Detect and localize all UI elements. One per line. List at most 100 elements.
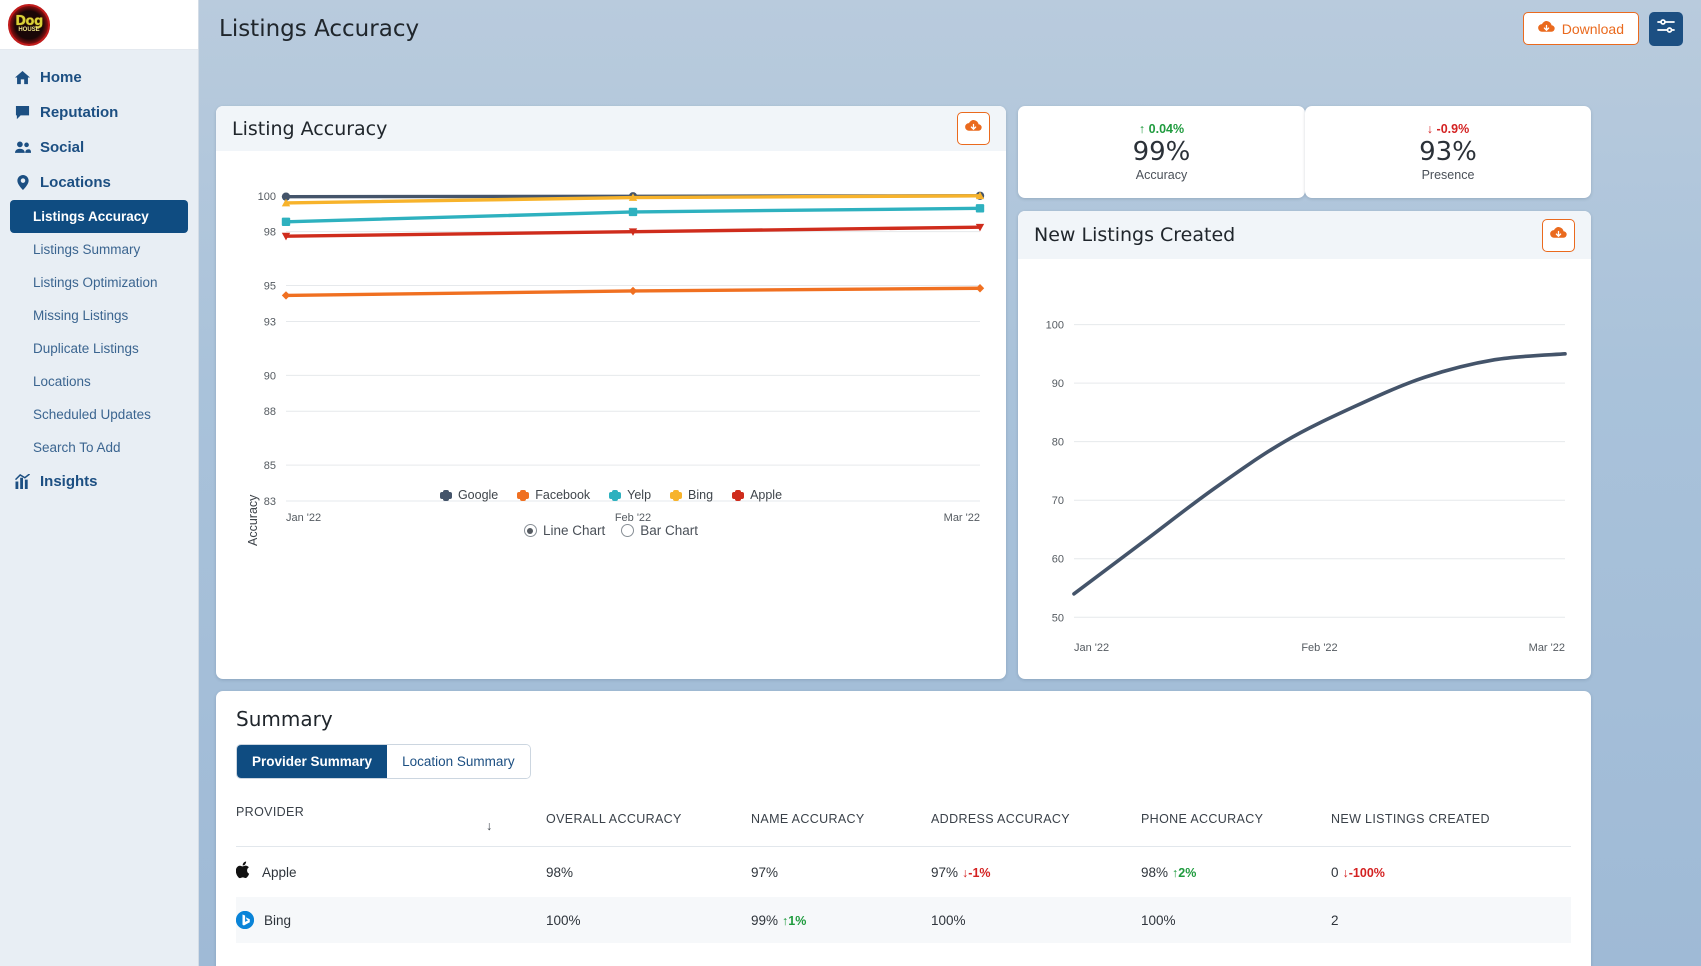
- legend-item-apple[interactable]: Apple: [732, 488, 782, 502]
- sidebar-item-locations[interactable]: Locations: [0, 165, 198, 200]
- sidebar-item-reputation[interactable]: Reputation: [0, 95, 198, 130]
- sidebar-item-search-to-add[interactable]: Search To Add: [0, 431, 198, 464]
- delta-indicator: ↑2%: [1172, 866, 1196, 880]
- kpi-label: Presence: [1422, 168, 1475, 182]
- radio-button-icon[interactable]: [621, 524, 634, 537]
- column-name-accuracy[interactable]: NAME ACCURACY: [751, 796, 931, 847]
- kpi-delta: ↑ 0.04%: [1139, 122, 1184, 136]
- kpi-value: 99%: [1133, 137, 1191, 167]
- legend-label: Yelp: [627, 488, 651, 502]
- column-new-listings-created[interactable]: NEW LISTINGS CREATED: [1331, 796, 1571, 847]
- legend-label: Facebook: [535, 488, 590, 502]
- sidebar-item-label: Insights: [40, 473, 98, 490]
- comment-icon: [14, 105, 31, 120]
- sidebar-subitem-label: Missing Listings: [33, 308, 128, 323]
- tab-location-summary[interactable]: Location Summary: [387, 745, 530, 778]
- radio-button-icon[interactable]: [524, 524, 537, 537]
- svg-text:50: 50: [1052, 612, 1064, 624]
- cell-value: 100%: [931, 913, 966, 928]
- legend-swatch-icon: [732, 492, 744, 499]
- users-icon: [14, 140, 31, 155]
- svg-text:85: 85: [264, 460, 276, 472]
- brand-logo[interactable]: Dog HOUSE: [8, 4, 50, 46]
- table-row[interactable]: Apple98%97%97%↓-1%98%↑2%0↓-100%: [236, 847, 1571, 898]
- column-phone-accuracy[interactable]: PHONE ACCURACY: [1141, 796, 1331, 847]
- listing-accuracy-chart[interactable]: 10098959390888583Jan '22Feb '22Mar '22 A…: [216, 151, 1006, 679]
- sort-descending-icon[interactable]: ↓: [486, 819, 493, 833]
- cell-phone-accuracy: 98%↑2%: [1141, 847, 1331, 898]
- radio-bar-chart[interactable]: Bar Chart: [621, 523, 698, 538]
- sidebar-item-listings-accuracy[interactable]: Listings Accuracy: [10, 200, 188, 233]
- chart-icon: [14, 474, 31, 489]
- radio-line-chart[interactable]: Line Chart: [524, 523, 605, 538]
- arrow-up-icon: ↑: [1139, 122, 1145, 136]
- cell-name-accuracy: 97%: [751, 847, 931, 898]
- sidebar-item-missing-listings[interactable]: Missing Listings: [0, 299, 198, 332]
- sidebar-item-listings-summary[interactable]: Listings Summary: [0, 233, 198, 266]
- sidebar-subitem-label: Locations: [33, 374, 91, 389]
- legend-swatch-icon: [440, 492, 452, 499]
- chart-legend: Google Facebook Yelp Bing Apple: [216, 488, 1006, 502]
- new-listings-download-button[interactable]: [1542, 219, 1575, 252]
- logo-subtext: HOUSE: [18, 27, 39, 34]
- cell-name-accuracy: 99%↑1%: [751, 897, 931, 943]
- sidebar-item-duplicate-listings[interactable]: Duplicate Listings: [0, 332, 198, 365]
- apple-icon: [236, 861, 252, 883]
- y-axis-title: Accuracy: [246, 495, 260, 546]
- sidebar-item-label: Locations: [40, 174, 111, 191]
- sidebar-item-social[interactable]: Social: [0, 130, 198, 165]
- svg-text:90: 90: [1052, 378, 1064, 390]
- table-header: PROVIDER ↓ OVERALL ACCURACY NAME ACCURAC…: [236, 796, 1571, 847]
- download-button[interactable]: Download: [1523, 12, 1639, 45]
- cell-value: 2: [1331, 913, 1339, 928]
- filter-settings-button[interactable]: [1649, 12, 1683, 46]
- sliders-icon: [1657, 17, 1675, 40]
- legend-item-google[interactable]: Google: [440, 488, 498, 502]
- cell-address-accuracy: 100%: [931, 897, 1141, 943]
- legend-item-yelp[interactable]: Yelp: [609, 488, 651, 502]
- column-address-accuracy[interactable]: ADDRESS ACCURACY: [931, 796, 1141, 847]
- sidebar-item-listings-optimization[interactable]: Listings Optimization: [0, 266, 198, 299]
- listing-accuracy-card: Listing Accuracy 10098959390888583Jan '2…: [216, 106, 1006, 679]
- delta-indicator: ↓-1%: [962, 866, 990, 880]
- home-icon: [14, 70, 31, 85]
- table-row[interactable]: Bing100%99%↑1%100%100%2: [236, 897, 1571, 943]
- new-listings-chart[interactable]: 1009080706050Jan '22Feb '22Mar '22: [1018, 259, 1591, 679]
- svg-text:90: 90: [264, 370, 276, 382]
- summary-title: Summary: [236, 707, 1571, 731]
- card-header: Listing Accuracy: [216, 106, 1006, 151]
- legend-item-facebook[interactable]: Facebook: [517, 488, 590, 502]
- sidebar-item-locations-sub[interactable]: Locations: [0, 365, 198, 398]
- logo-bar: Dog HOUSE: [0, 0, 198, 50]
- cell-phone-accuracy: 100%: [1141, 897, 1331, 943]
- chart-type-toggle[interactable]: Line Chart Bar Chart: [216, 523, 1006, 538]
- table-header-row: PROVIDER ↓ OVERALL ACCURACY NAME ACCURAC…: [236, 796, 1571, 847]
- page-header: Listings Accuracy Download: [199, 0, 1701, 57]
- cloud-download-icon: [1550, 226, 1567, 245]
- delta-indicator: ↑1%: [782, 914, 806, 928]
- cell-value: 97%: [931, 865, 958, 880]
- bing-icon: [236, 911, 254, 929]
- column-overall-accuracy[interactable]: OVERALL ACCURACY: [546, 796, 751, 847]
- sidebar-item-home[interactable]: Home: [0, 60, 198, 95]
- tab-provider-summary[interactable]: Provider Summary: [237, 745, 387, 778]
- legend-label: Bing: [688, 488, 713, 502]
- svg-text:Feb '22: Feb '22: [1301, 642, 1337, 654]
- cell-value: 100%: [1141, 913, 1176, 928]
- map-pin-icon: [14, 175, 31, 190]
- cell-new-listings: 2: [1331, 897, 1571, 943]
- tab-label: Provider Summary: [252, 754, 372, 769]
- listing-accuracy-download-button[interactable]: [957, 112, 990, 145]
- main-content: Listings Accuracy Download: [199, 0, 1701, 966]
- new-listings-card: New Listings Created 1009080706050Jan '2…: [1018, 211, 1591, 679]
- download-button-label: Download: [1562, 21, 1624, 37]
- arrow-down-icon: ↓: [1427, 122, 1433, 136]
- column-provider[interactable]: PROVIDER ↓: [236, 796, 546, 847]
- legend-swatch-icon: [517, 492, 529, 499]
- legend-label: Apple: [750, 488, 782, 502]
- sidebar-item-scheduled-updates[interactable]: Scheduled Updates: [0, 398, 198, 431]
- sidebar-item-insights[interactable]: Insights: [0, 464, 198, 499]
- kpi-label: Accuracy: [1136, 168, 1187, 182]
- legend-item-bing[interactable]: Bing: [670, 488, 713, 502]
- page-title: Listings Accuracy: [219, 16, 1513, 42]
